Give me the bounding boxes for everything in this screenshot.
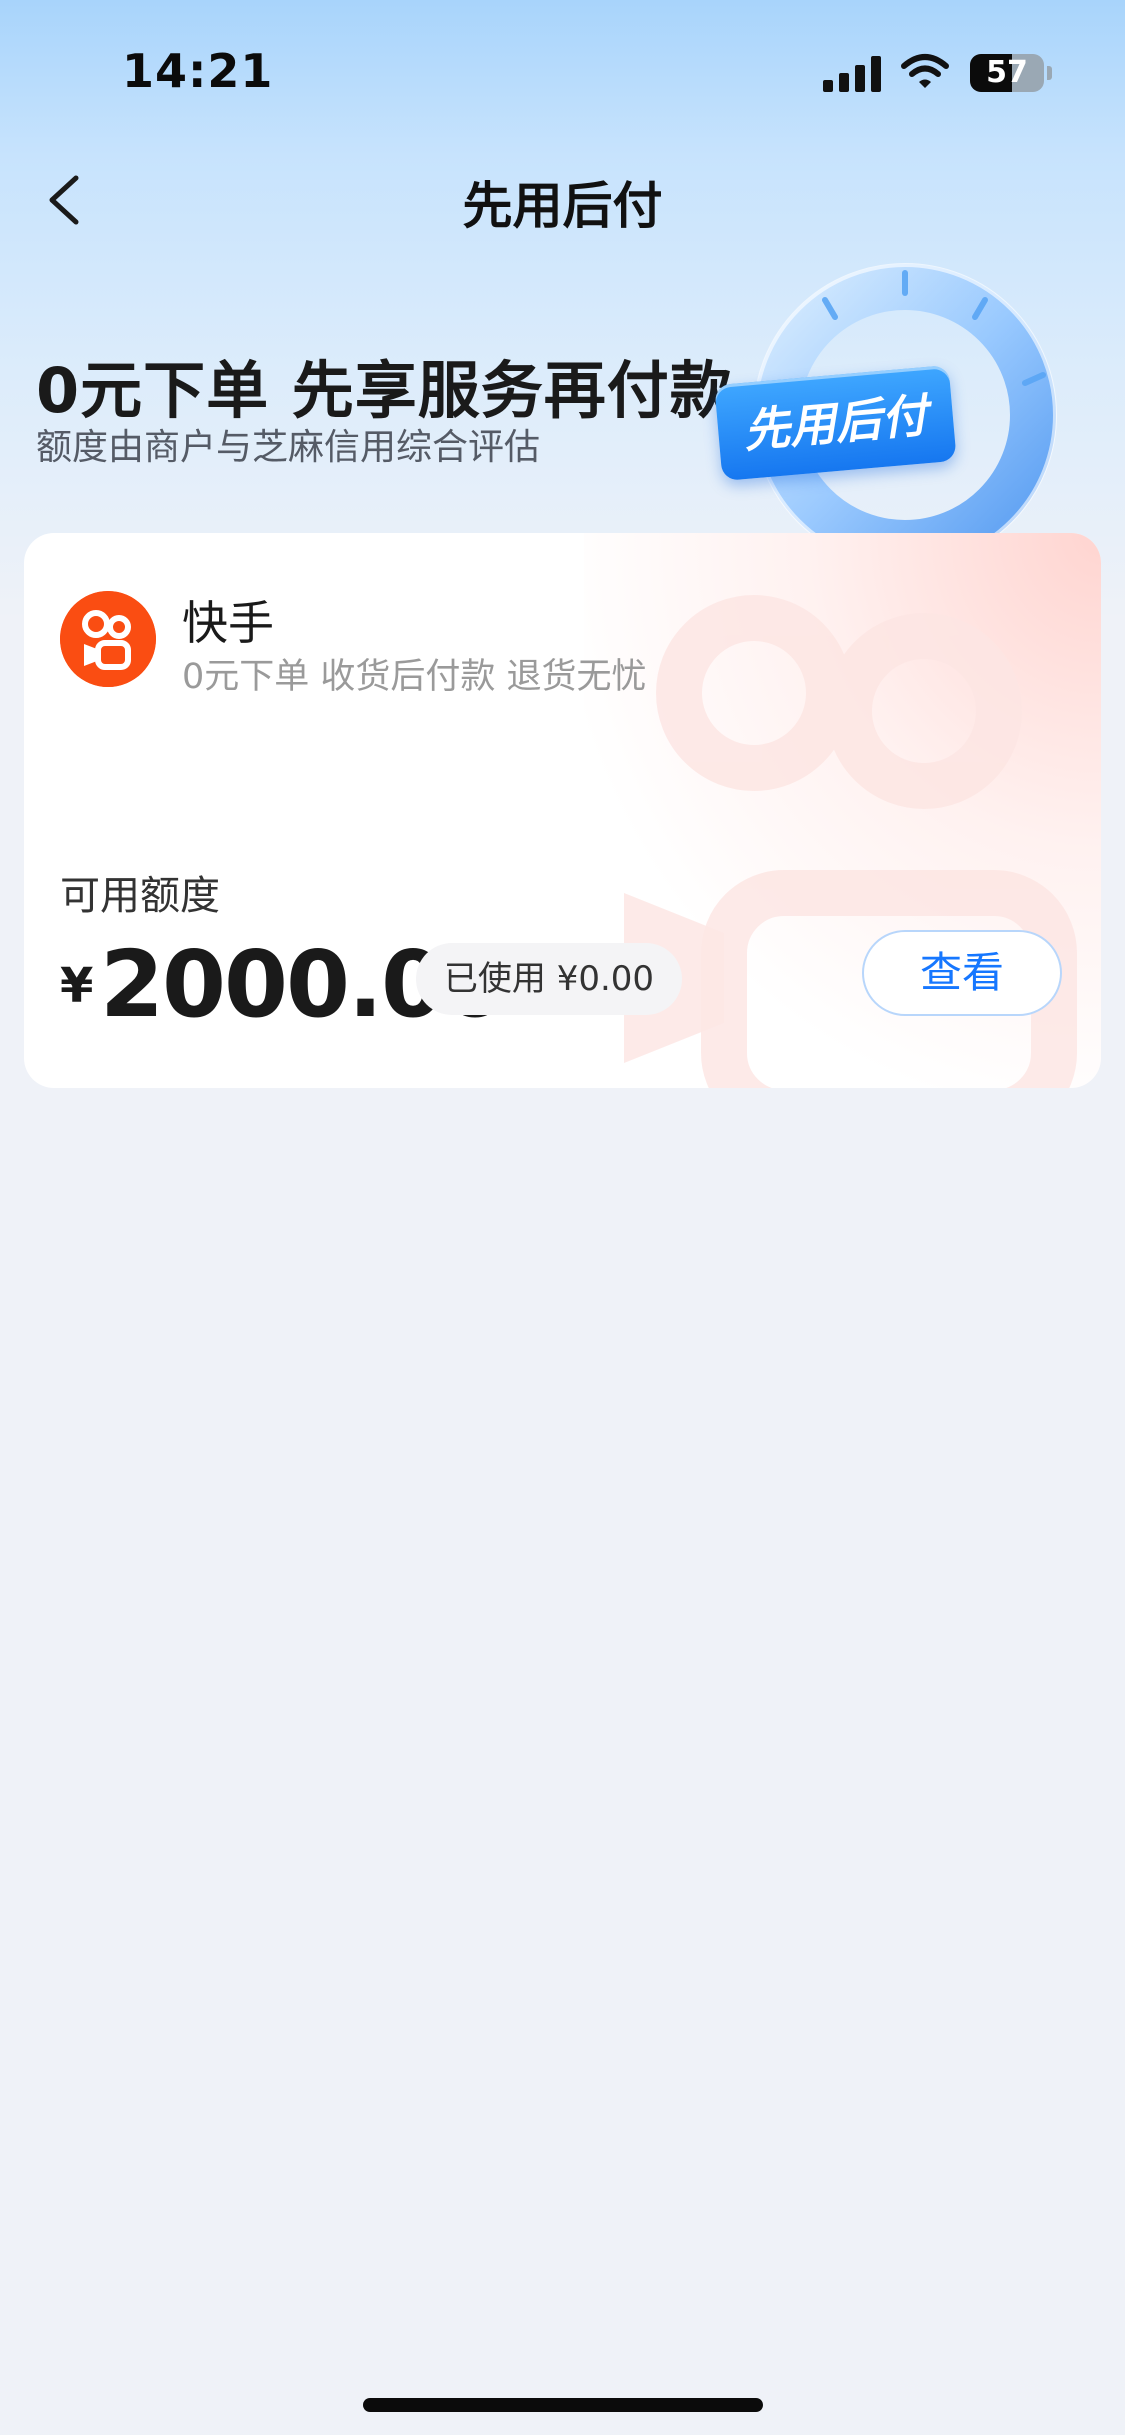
home-indicator[interactable] [363, 2398, 763, 2412]
cellular-signal-icon [823, 56, 881, 92]
currency-symbol: ¥ [60, 958, 94, 1014]
page-title: 先用后付 [462, 177, 663, 235]
hero-badge: 先用后付 [714, 364, 957, 482]
battery-cap [1047, 66, 1052, 80]
app-name: 快手 [182, 596, 274, 650]
hero-title: 0元下单 先享服务再付款 [36, 354, 733, 427]
wifi-icon [901, 54, 949, 88]
kuaishou-logo-icon [60, 591, 156, 687]
app-description: 0元下单 收货后付款 退货无忧 [182, 657, 647, 697]
status-time: 14:21 [122, 44, 274, 98]
battery-level: 57 [986, 55, 1028, 90]
used-amount-badge: 已使用 ¥0.00 [416, 943, 682, 1015]
battery-icon: 57 [970, 54, 1044, 92]
view-button[interactable]: 查看 [862, 930, 1062, 1016]
hero-subtitle: 额度由商户与芝麻信用综合评估 [36, 427, 541, 468]
merchant-card: 快手 0元下单 收货后付款 退货无忧 可用额度 ¥ 2000.00 已使用 ¥0… [24, 533, 1101, 1088]
quota-label: 可用额度 [60, 873, 220, 919]
